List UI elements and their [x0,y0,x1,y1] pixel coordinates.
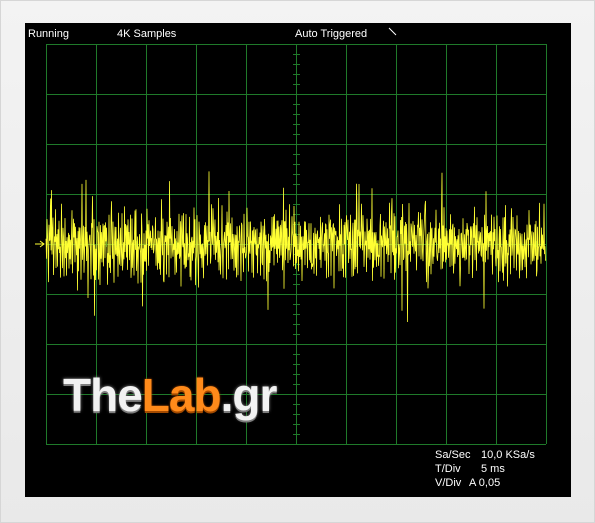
time-div-label: T/Div [435,463,461,475]
sample-rate-label: Sa/Sec [435,449,471,461]
run-state-label: Running [28,28,69,40]
trigger-mode-label: Auto Triggered [295,28,368,40]
watermark-part-the: The [63,369,143,421]
waveform-plot [35,44,547,445]
volt-div-value: A 0,05 [469,477,501,489]
ground-marker [35,240,45,248]
time-div-readout: T/Div 5 ms [435,463,505,476]
watermark-part-gr: .gr [220,369,278,421]
app-window: Running 4K Samples Auto Triggered Sa/Sec… [0,0,595,523]
thelab-watermark-logo: TheLab.gr [63,369,278,421]
watermark-part-lab: Lab [141,369,222,421]
volt-div-label: V/Div [435,477,462,489]
volt-div-readout: V/Div A 0,05 [435,477,500,490]
sample-rate-value: 10,0 KSa/s [481,449,535,461]
trigger-slope-icon [388,27,397,36]
time-div-value: 5 ms [481,463,505,475]
oscilloscope-screen[interactable]: Running 4K Samples Auto Triggered Sa/Sec… [25,23,571,497]
ground-arrow-icon [35,240,45,248]
sample-rate-readout: Sa/Sec 10,0 KSa/s [435,449,535,462]
sample-count-label: 4K Samples [117,28,177,40]
